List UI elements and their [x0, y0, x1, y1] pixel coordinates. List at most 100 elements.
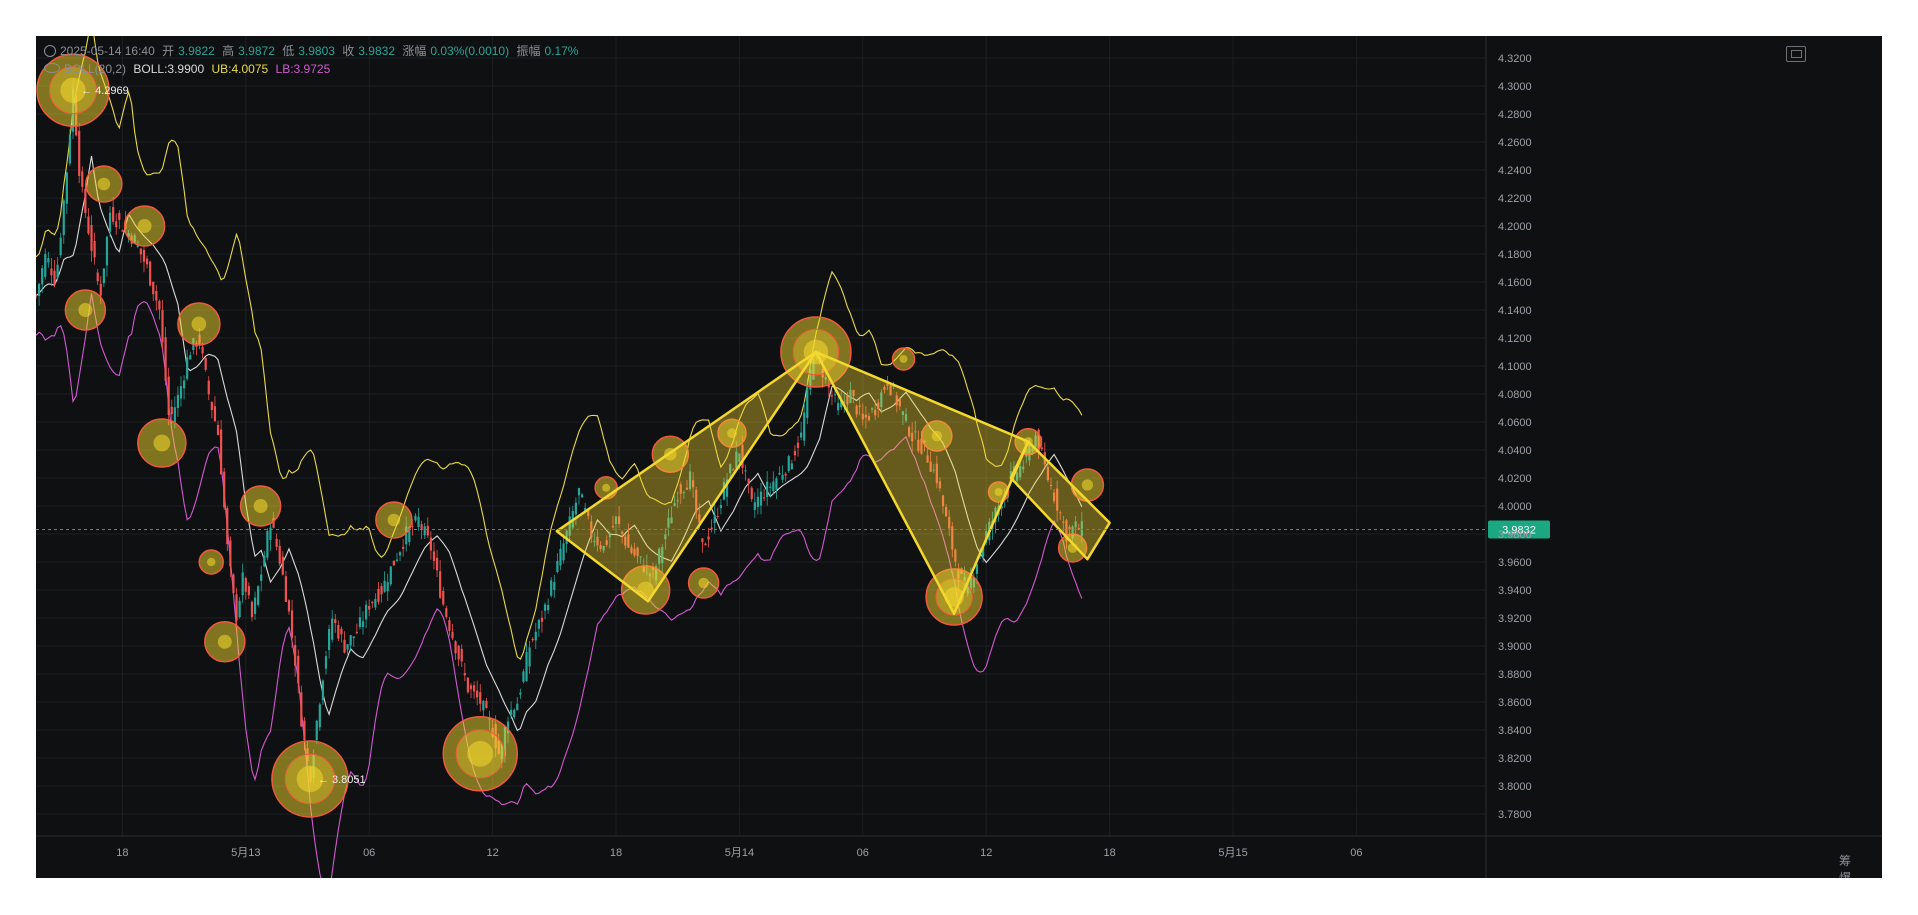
candle-body	[460, 648, 463, 662]
candle-body	[170, 406, 173, 415]
candle-body	[775, 478, 778, 490]
candle-body	[386, 582, 389, 592]
candlestick-chart[interactable]: ← 4.2969 ← 3.8051 3.9832 4.3200 4.3000 4.2800…	[36, 36, 1882, 878]
candle	[537, 618, 540, 637]
candle	[466, 677, 470, 694]
candle-body	[47, 258, 50, 263]
min-price-label: ← 3.8051	[318, 774, 366, 786]
chart-panel[interactable]: ← 4.2969 ← 3.8051 3.9832 4.3200 4.3000 4.2800…	[36, 36, 1882, 878]
candle	[519, 688, 522, 700]
boll-mid: BOLL:3.9900	[133, 62, 205, 76]
candle-body	[257, 586, 260, 605]
ohlc-legend: 2025-05-14 16:40 开 3.9822 高 3.9872 低 3.9803…	[44, 42, 582, 78]
candle-body	[241, 572, 244, 595]
candle	[281, 551, 284, 576]
candle-body	[37, 283, 41, 296]
y-axis-labels: 4.3200 4.3000 4.2800 4.2600 4.2400 4.2200 4.20…	[1498, 53, 1532, 821]
candle	[830, 390, 834, 406]
candle-body	[244, 578, 247, 592]
candle-body	[472, 685, 476, 692]
candle-body	[324, 656, 328, 669]
candle	[263, 550, 266, 568]
candle-body	[149, 261, 152, 286]
open-value: 3.9822	[178, 44, 215, 58]
candle	[435, 550, 439, 578]
candle	[778, 466, 781, 476]
candle-body	[457, 645, 460, 660]
corner-tools[interactable]: 筹 爆	[1839, 852, 1882, 878]
candle	[368, 599, 371, 617]
candle	[238, 597, 241, 619]
candle	[550, 577, 553, 598]
ohlc-row: 2025-05-14 16:40 开 3.9822 高 3.9872 低 3.9803…	[44, 42, 582, 60]
candle	[327, 624, 331, 659]
candle-body	[540, 617, 544, 622]
y-tick-label: 4.0800	[1498, 389, 1532, 401]
candle	[525, 642, 528, 682]
candle	[189, 351, 192, 360]
candle-body	[112, 207, 115, 222]
marker-inner	[467, 740, 494, 767]
candle-body	[479, 692, 482, 704]
change-value: 0.03%(0.0010)	[430, 44, 510, 58]
candle-body	[778, 472, 781, 475]
candle	[37, 282, 41, 306]
highlight-marker	[375, 501, 413, 539]
candle	[796, 436, 800, 457]
maximize-icon[interactable]	[1786, 46, 1806, 62]
candle-body	[365, 604, 368, 620]
candle	[115, 213, 118, 235]
candle	[210, 401, 213, 419]
candle	[790, 459, 793, 470]
candle	[531, 637, 534, 643]
candle	[383, 571, 386, 593]
candle	[463, 662, 466, 682]
eye-icon[interactable]	[44, 63, 60, 73]
candle	[540, 610, 544, 633]
candle-body	[59, 237, 62, 256]
collapse-icon[interactable]	[44, 45, 56, 57]
y-tick-label: 3.8800	[1498, 669, 1532, 681]
y-tick-label: 4.2000	[1498, 221, 1532, 233]
x-tick-label: 12	[486, 847, 498, 859]
candle	[343, 631, 346, 654]
candle-body	[550, 580, 553, 596]
candle-body	[719, 504, 722, 509]
candle	[62, 198, 65, 244]
candle	[460, 644, 463, 667]
candle	[142, 246, 146, 273]
candle	[784, 472, 787, 482]
candle-body	[423, 526, 426, 536]
candle	[96, 268, 99, 286]
candle-body	[213, 406, 217, 421]
y-tick-label: 4.2600	[1498, 137, 1532, 149]
candle-body	[534, 631, 537, 641]
candle	[386, 573, 389, 601]
candle-body	[229, 540, 232, 567]
candle	[553, 574, 556, 598]
candle	[766, 471, 769, 506]
candle	[44, 248, 47, 280]
candle-body	[337, 625, 340, 639]
y-tick-label: 3.8400	[1498, 725, 1532, 737]
candle-body	[513, 709, 516, 718]
x-tick-label: 06	[857, 847, 869, 859]
candle	[182, 375, 186, 400]
candle	[352, 636, 355, 647]
y-tick-label: 3.9200	[1498, 613, 1532, 625]
candle-body	[371, 601, 374, 604]
candle-body	[806, 386, 809, 418]
candle-body	[96, 272, 99, 282]
y-tick-label: 3.8600	[1498, 697, 1532, 709]
candle	[232, 573, 235, 596]
highlight-marker	[198, 549, 224, 575]
candle	[105, 235, 109, 277]
candle	[753, 492, 756, 518]
low-value: 3.9803	[298, 44, 335, 58]
candle	[417, 508, 420, 531]
candle	[472, 681, 476, 699]
candle	[759, 482, 763, 515]
y-tick-label: 4.3200	[1498, 53, 1532, 65]
candle-body	[975, 564, 979, 574]
highlight-marker	[204, 621, 246, 663]
